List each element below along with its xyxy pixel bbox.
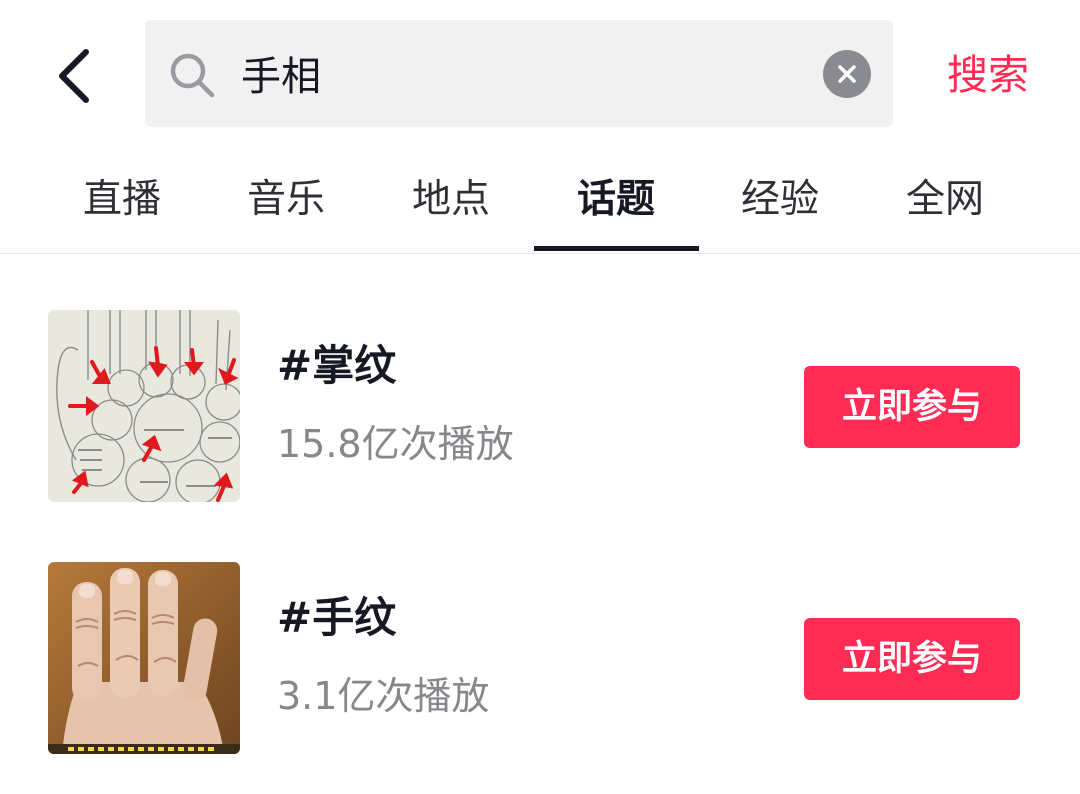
search-box[interactable] — [145, 20, 893, 127]
topic-play-count: 3.1亿次播放 — [277, 674, 490, 718]
palm-chart-image — [48, 310, 240, 502]
list-item[interactable]: #掌纹 15.8亿次播放 立即参与 — [0, 254, 1080, 506]
topic-play-count: 15.8亿次播放 — [277, 422, 514, 466]
tab-topics[interactable]: 话题 — [534, 168, 698, 232]
hand-photo-image — [48, 562, 240, 754]
join-topic-button[interactable]: 立即参与 — [804, 366, 1020, 448]
search-icon — [170, 53, 215, 98]
close-icon — [838, 65, 856, 83]
search-input[interactable] — [241, 42, 801, 104]
topic-thumbnail[interactable] — [48, 562, 240, 754]
clear-search-button[interactable] — [823, 50, 871, 98]
search-header: 搜索 — [0, 0, 1080, 148]
category-tabs: 直播 音乐 地点 话题 经验 全网 — [0, 148, 1080, 254]
search-submit-button[interactable]: 搜索 — [928, 40, 1048, 110]
tab-live[interactable]: 直播 — [40, 168, 204, 232]
tab-web[interactable]: 全网 — [863, 168, 1027, 232]
topic-thumbnail[interactable] — [48, 310, 240, 502]
tab-music[interactable]: 音乐 — [204, 168, 368, 232]
tab-experience[interactable]: 经验 — [698, 168, 862, 232]
topic-title[interactable]: #手纹 — [277, 588, 396, 648]
tab-places[interactable]: 地点 — [369, 168, 533, 232]
active-tab-indicator — [534, 246, 699, 251]
list-item[interactable]: #手纹 3.1亿次播放 立即参与 — [0, 506, 1080, 758]
back-button[interactable] — [44, 40, 104, 112]
join-topic-button[interactable]: 立即参与 — [804, 618, 1020, 700]
topic-title[interactable]: #掌纹 — [277, 336, 396, 396]
chevron-left-icon — [59, 49, 89, 103]
